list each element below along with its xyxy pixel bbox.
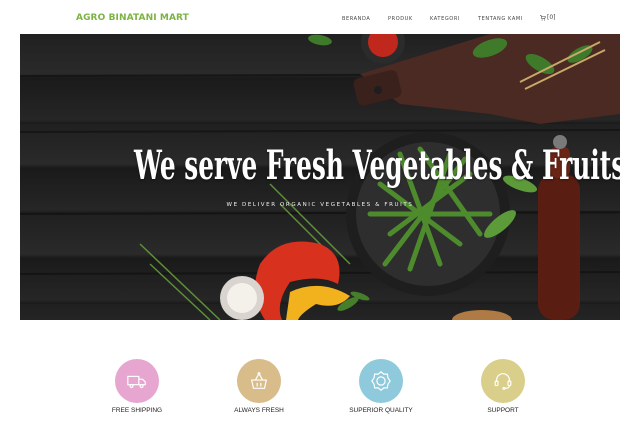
feature-superior-quality: SUPERIOR QUALITY	[321, 359, 441, 414]
nav-item-kategori[interactable]: KATEGORI	[430, 16, 460, 22]
feature-icon-circle	[481, 359, 525, 403]
fresh-basket-icon	[250, 372, 268, 389]
cart-icon	[540, 14, 546, 21]
cart-button[interactable]: [0]	[540, 14, 556, 21]
feature-icon-circle	[359, 359, 403, 403]
nav-item-beranda[interactable]: BERANDA	[342, 16, 370, 22]
hero-subtitle: WE DELIVER ORGANIC VEGETABLES & FRUITS	[226, 202, 414, 208]
hero-banner: We serve Fresh Vegetables & Fruits WE DE…	[20, 34, 620, 320]
truck-icon	[127, 375, 146, 389]
nav-item-produk[interactable]: PRODUK	[388, 16, 413, 22]
support-headset-icon	[494, 373, 512, 390]
hero-title: We serve Fresh Vegetables & Fruits	[134, 142, 620, 189]
feature-icon-circle	[237, 359, 281, 403]
feature-support: SUPPORT	[443, 359, 563, 414]
feature-free-shipping: FREE SHIPPING	[77, 359, 197, 414]
feature-label: SUPPORT	[487, 407, 519, 414]
feature-icon-circle	[115, 359, 159, 403]
cart-count: [0]	[547, 14, 556, 21]
brand-logo[interactable]: AGRO BINATANI MART	[76, 13, 189, 23]
feature-label: SUPERIOR QUALITY	[349, 407, 413, 414]
feature-always-fresh: ALWAYS FRESH	[199, 359, 319, 414]
nav-item-tentang-kami[interactable]: TENTANG KAMI	[478, 16, 523, 22]
top-navbar: AGRO BINATANI MART BERANDA PRODUK KATEGO…	[0, 0, 640, 36]
feature-label: FREE SHIPPING	[111, 407, 163, 414]
feature-label: ALWAYS FRESH	[234, 407, 284, 414]
quality-badge-icon	[371, 371, 391, 391]
